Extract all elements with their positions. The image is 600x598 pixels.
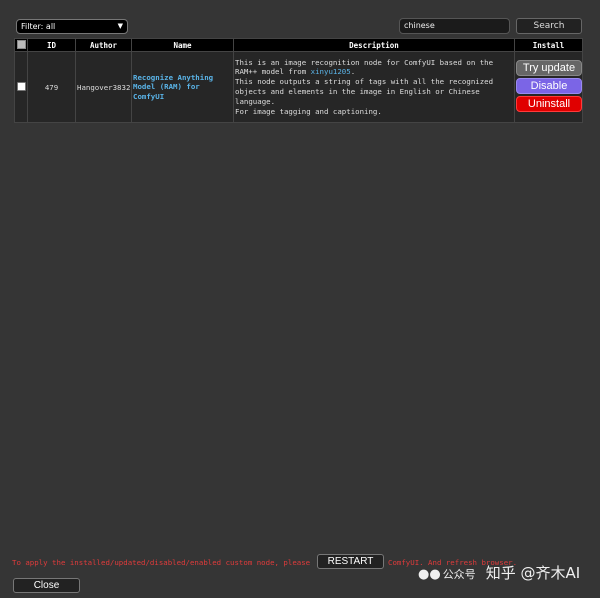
filter-select-value: Filter: all (21, 22, 56, 31)
description-line-3: For image tagging and captioning. (235, 106, 382, 116)
description-line-2: This node outputs a string of tags with … (235, 77, 494, 106)
table-row: 479 Hangover3832 Recognize Anything Mode… (14, 51, 583, 123)
close-button[interactable]: Close (13, 578, 80, 593)
header-description: Description (233, 38, 515, 52)
custom-nodes-table: ID Author Name Description Install 479 H… (14, 38, 583, 123)
description-text: This is an image recognition node for Co… (235, 57, 494, 77)
disable-button[interactable]: Disable (516, 78, 582, 94)
chevron-down-icon: ▼ (117, 22, 123, 30)
header-name: Name (131, 38, 234, 52)
header-id: ID (27, 38, 76, 52)
restart-note: To apply the installed/updated/disabled/… (12, 558, 311, 567)
description-text: . (350, 67, 356, 77)
row-id: 479 (27, 51, 76, 123)
filter-select[interactable]: Filter: all ▼ (16, 19, 128, 34)
row-checkbox[interactable] (16, 81, 26, 91)
uninstall-button[interactable]: Uninstall (516, 96, 582, 112)
row-install-cell: Try update Disable Uninstall (514, 51, 583, 123)
description-line-1: This is an image recognition node for Co… (235, 58, 513, 78)
select-all-checkbox[interactable] (14, 38, 28, 52)
watermark: ●● 公众号 知乎 @齐木AI (418, 562, 580, 583)
header-install: Install (514, 38, 583, 52)
row-author: Hangover3832 (75, 51, 132, 123)
node-name-link[interactable]: Recognize Anything Model (RAM) for Comfy… (133, 73, 232, 102)
checkbox-icon (16, 39, 26, 49)
zhihu-watermark-text: 知乎 @齐木AI (485, 564, 581, 582)
row-description: This is an image recognition node for Co… (233, 51, 515, 123)
table-header-row: ID Author Name Description Install (14, 38, 583, 52)
restart-button[interactable]: RESTART (317, 554, 384, 569)
row-name-cell: Recognize Anything Model (RAM) for Comfy… (131, 51, 234, 123)
wechat-watermark-text: 公众号 (442, 568, 476, 581)
try-update-button[interactable]: Try update (516, 60, 582, 76)
wechat-icon: ●● (418, 567, 441, 582)
search-button[interactable]: Search (516, 18, 582, 34)
author-link[interactable]: xinyu1205 (311, 67, 351, 76)
search-input[interactable]: chinese (399, 18, 510, 34)
row-checkbox-cell (14, 51, 28, 123)
search-input-value: chinese (404, 21, 435, 30)
header-author: Author (75, 38, 132, 52)
